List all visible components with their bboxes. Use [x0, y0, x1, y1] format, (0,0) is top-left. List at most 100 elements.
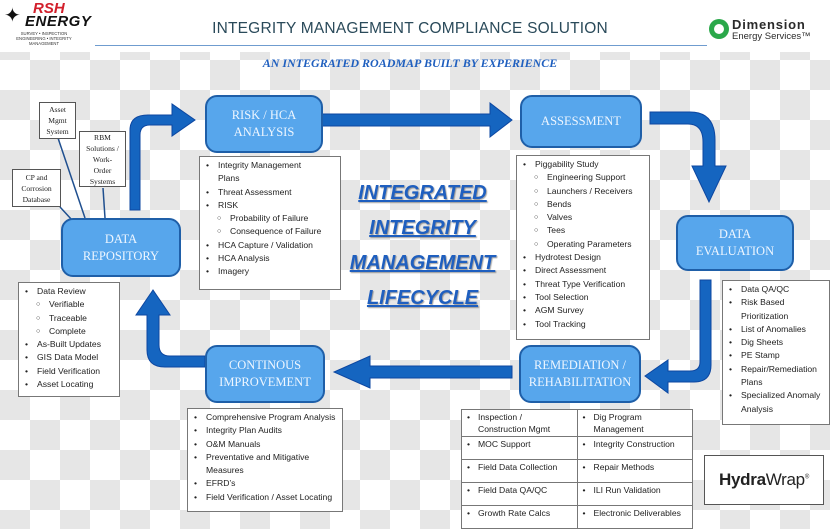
list-item: Threat Type Verification — [521, 278, 645, 292]
list-item: Asset Locating — [23, 378, 115, 392]
list-item: Prioritization — [741, 310, 789, 321]
list-item: Plans — [741, 377, 763, 388]
list-item: Threat Assessment — [204, 186, 336, 200]
hydrawrap-bold: Hydra — [719, 470, 766, 489]
table-row: Growth Rate CalcsElectronic Deliverables — [461, 505, 693, 529]
list-item: Consequence of Failure — [204, 225, 336, 239]
arrow-remediation-to-improvement — [332, 355, 513, 389]
table-cell: Field Data QA/QC — [461, 482, 578, 506]
link-line-rbm — [102, 187, 106, 219]
stage-data-repository[interactable]: DATA REPOSITORY — [61, 218, 181, 277]
list-item: O&M Manuals — [192, 438, 338, 452]
list-item: Piggability Study — [521, 158, 645, 172]
list-item: Data QA/QC — [727, 283, 825, 297]
list-item: Engineering Support — [521, 171, 645, 185]
arrow-evaluation-to-remediation — [644, 279, 712, 394]
list-item: GIS Data Model — [23, 351, 115, 365]
box-line: Order — [93, 165, 112, 175]
hydrawrap-rest: Wrap — [765, 470, 805, 489]
list-item: Comprehensive Program Analysis — [192, 411, 338, 425]
stage-data-evaluation[interactable]: DATA EVALUATION — [676, 215, 794, 271]
list-item: HCA Analysis — [204, 252, 336, 266]
box-line: Mgmt — [48, 116, 67, 125]
list-item: AGM Survey — [521, 304, 645, 318]
box-line: Asset — [49, 105, 66, 114]
table-row: Field Data QA/QCILI Run Validation — [461, 482, 693, 506]
list-item: Field Verification / Asset Locating — [192, 491, 338, 505]
table-row: Field Data CollectionRepair Methods — [461, 459, 693, 483]
box-line: CP and — [25, 172, 48, 182]
table-cell: Integrity Construction — [576, 436, 693, 460]
stage-label: CONTINOUS — [228, 358, 302, 372]
lifecycle-title-line: INTEGRITY — [369, 217, 476, 239]
stage-label: IMPROVEMENT — [219, 375, 311, 389]
list-item: Tool Tracking — [521, 318, 645, 332]
repository-services-list: Data ReviewVerifiableTraceableCompleteAs… — [18, 282, 120, 397]
table-cell: Field Data Collection — [461, 459, 578, 483]
table-row: Inspection / Construction MgmtDig Progra… — [461, 409, 693, 437]
stage-label: EVALUATION — [695, 244, 775, 258]
lifecycle-title-line: INTEGRATED — [358, 182, 487, 204]
list-item: Integrity Plan Audits — [192, 424, 338, 438]
list-item: Direct Assessment — [521, 264, 645, 278]
stage-label: REMEDIATION / — [533, 358, 626, 372]
list-item: Dig Sheets — [727, 336, 825, 350]
cp-corrosion-database-box: CP and Corrosion Database — [12, 169, 61, 207]
list-item: EFRD’s — [192, 477, 338, 491]
box-line: Database — [22, 194, 51, 204]
stage-label: REPOSITORY — [82, 248, 160, 263]
lifecycle-title-line: LIFECYCLE — [366, 287, 479, 309]
table-cell: Repair Methods — [576, 459, 693, 483]
list-item: Traceable — [23, 312, 115, 326]
list-item: Probability of Failure — [204, 212, 336, 226]
list-item: Valves — [521, 211, 645, 225]
stage-label: ASSESSMENT — [541, 114, 621, 128]
list-item: PE Stamp — [727, 349, 825, 363]
list-item: Field Verification — [23, 365, 115, 379]
stage-label: ANALYSIS — [233, 125, 295, 139]
list-item: Tool Selection — [521, 291, 645, 305]
assessment-services-list: Piggability StudyEngineering SupportLaun… — [516, 155, 650, 340]
stage-risk-hca-analysis[interactable]: RISK / HCA ANALYSIS — [205, 95, 323, 153]
registered-mark: ® — [804, 474, 809, 481]
stage-remediation-rehabilitation[interactable]: REMEDIATION / REHABILITATION — [519, 345, 641, 403]
box-line: Work- — [92, 154, 113, 164]
stage-label: REHABILITATION — [528, 375, 632, 389]
arrow-assessment-to-evaluation — [649, 111, 727, 204]
box-line: RBM — [94, 132, 111, 142]
table-cell: MOC Support — [461, 436, 578, 460]
rbm-solutions-box: RBM Solutions / Work- Order Systems — [79, 131, 126, 187]
stage-assessment[interactable]: ASSESSMENT — [520, 95, 642, 148]
improvement-services-list: Comprehensive Program AnalysisIntegrity … — [187, 408, 343, 512]
stage-label: DATA — [718, 227, 752, 241]
list-item: Operating Parameters — [521, 238, 645, 252]
list-item: Tees — [521, 224, 645, 238]
list-item: Imagery — [204, 265, 336, 279]
box-line: Solutions / — [86, 143, 119, 153]
table-cell: ILI Run Validation — [576, 482, 693, 506]
list-item: Measures — [206, 465, 244, 476]
asset-mgmt-system-box: Asset Mgmt System — [39, 102, 76, 139]
box-line: System — [46, 127, 69, 136]
stage-label: RISK / HCA — [231, 108, 297, 122]
table-cell: Inspection / Construction Mgmt — [461, 409, 578, 437]
list-item: Analysis — [741, 403, 773, 414]
stage-continuous-improvement[interactable]: CONTINOUS IMPROVEMENT — [205, 345, 325, 403]
lifecycle-title-line: MANAGEMENT — [349, 252, 496, 274]
table-cell: Electronic Deliverables — [576, 505, 693, 529]
list-item: Data Review — [23, 285, 115, 299]
list-item: HCA Capture / Validation — [204, 239, 336, 253]
table-cell: Growth Rate Calcs — [461, 505, 578, 529]
list-item: Repair/Remediation — [727, 363, 825, 377]
table-row: MOC SupportIntegrity Construction — [461, 436, 693, 460]
evaluation-services-list: Data QA/QCRisk BasedPrioritization List o… — [722, 280, 830, 425]
list-item: Plans — [218, 173, 240, 184]
box-line: Corrosion — [21, 183, 52, 193]
arrow-improvement-to-repository — [135, 289, 206, 368]
list-item: Complete — [23, 325, 115, 339]
list-item: As-Built Updates — [23, 338, 115, 352]
list-item: Specialized Anomaly — [727, 389, 825, 403]
hydrawrap-logo: HydraWrap® — [704, 455, 824, 505]
remediation-services-table: Inspection / Construction MgmtDig Progra… — [461, 409, 693, 529]
list-item: Hydrotest Design — [521, 251, 645, 265]
